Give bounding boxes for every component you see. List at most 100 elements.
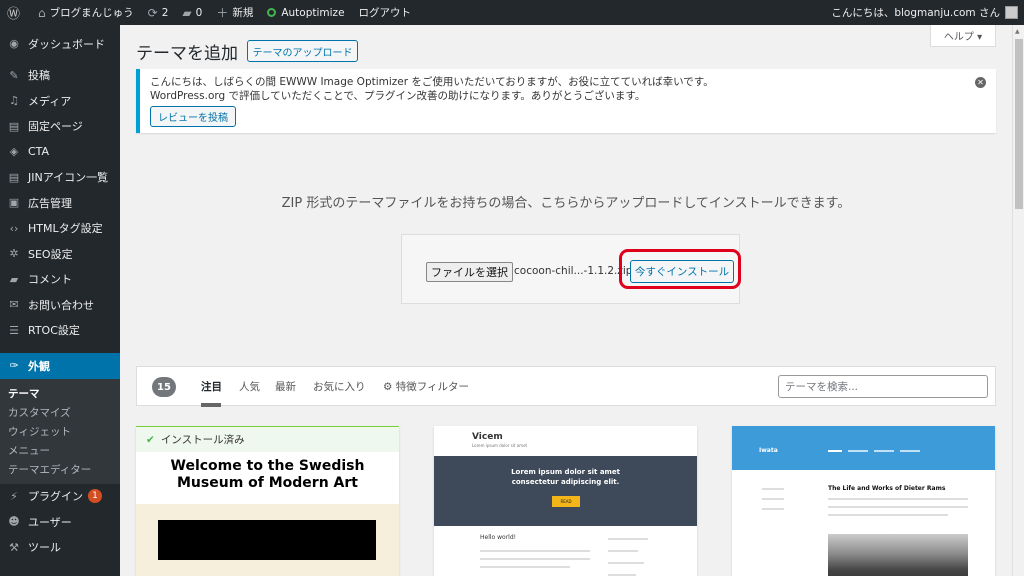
notice-text-1: こんにちは、しばらくの間 EWWW Image Optimizer をご使用いた… [150, 76, 714, 88]
admin-sidebar: ◉ ダッシュボード ✎ 投稿 ♫ メディア ▤ 固定ページ ◈ CTA ▤ JINアイコン一… [0, 25, 120, 576]
tab-favorites[interactable]: お気に入り [313, 379, 366, 394]
admin-bar-comments[interactable]: ▰ 0 [175, 0, 209, 25]
tab-popular[interactable]: 人気 [239, 379, 260, 394]
placeholder-line [828, 514, 948, 516]
placeholder-line [480, 558, 590, 560]
theme-search-input[interactable]: テーマを検索... [778, 375, 988, 398]
review-button[interactable]: レビューを投稿 [150, 106, 236, 127]
tab-featured[interactable]: 注目 [201, 379, 222, 394]
admin-bar-account[interactable]: こんにちは、blogmanju.com さん [831, 5, 1024, 20]
admin-bar-new[interactable]: ＋新規 [209, 0, 260, 25]
page-title: テーマを追加 [136, 44, 238, 64]
upload-description: ZIP 形式のテーマファイルをお持ちの場合、こちらからアップロードしてインストー… [281, 196, 851, 211]
vicem-logo: Vicem [472, 432, 503, 442]
sidebar-item-pages[interactable]: ▤ 固定ページ [0, 114, 120, 140]
sidebar-item-seo[interactable]: ✲ SEO設定 [0, 241, 120, 267]
gear-icon: ✲ [9, 247, 19, 261]
brush-icon: ✑ [9, 359, 19, 373]
vicem-header: Vicem Lorem ipsum dolor sit amet [434, 426, 697, 456]
scroll-thumb[interactable] [1015, 39, 1023, 209]
submenu-themes[interactable]: テーマ [0, 384, 120, 403]
choose-file-button[interactable]: ファイルを選択 [426, 262, 513, 282]
iwata-post-title: The Life and Works of Dieter Rams [828, 485, 946, 492]
sidebar-item-ads[interactable]: ▣ 広告管理 [0, 190, 120, 216]
placeholder-line [480, 566, 570, 568]
submenu-menus[interactable]: メニュー [0, 441, 120, 460]
admin-bar-logout[interactable]: ログアウト [352, 0, 419, 25]
sidebar-item-appearance[interactable]: ✑ 外観 [0, 353, 120, 379]
vicem-hero-text: Lorem ipsum dolor sit amet consectetur a… [511, 468, 620, 486]
theme-filter-bar: 15 注目 人気 最新 お気に入り ⚙ 特徴フィルター テーマを検索... [136, 366, 996, 407]
placeholder-line [828, 498, 968, 500]
theme-card-vicem[interactable]: Vicem Lorem ipsum dolor sit amet Lorem i… [434, 426, 697, 576]
admin-bar-updates[interactable]: ⟳ 2 [141, 0, 176, 25]
scroll-up-icon[interactable]: ▲ [1015, 28, 1020, 35]
vicem-tagline: Lorem ipsum dolor sit amet [472, 443, 528, 448]
sidebar-item-rtoc[interactable]: ☰ RTOC設定 [0, 318, 120, 344]
sidebar-item-users[interactable]: ☻ ユーザー [0, 509, 120, 535]
admin-bar: Ⓦ ⌂ ブログまんじゅう ⟳ 2 ▰ 0 ＋新規 Autoptimize ログアウト … [0, 0, 1024, 25]
placeholder-line [900, 450, 920, 452]
sidebar-item-dashboard[interactable]: ◉ ダッシュボード [0, 31, 120, 57]
placeholder-line [874, 450, 894, 452]
tag-icon: ◈ [9, 145, 19, 159]
media-icon: ♫ [9, 94, 19, 108]
admin-bar-site[interactable]: ⌂ ブログまんじゅう [31, 0, 141, 25]
main-content: テーマを追加 テーマのアップロード ヘルプ ▾ こんにちは、しばらくの間 EWW… [120, 25, 1012, 576]
placeholder-line [608, 538, 648, 540]
iwata-header: Iwata [732, 426, 995, 470]
dashboard-icon: ◉ [9, 37, 19, 51]
vicem-post-title: Hello world! [480, 534, 517, 541]
sidebar-item-posts[interactable]: ✎ 投稿 [0, 63, 120, 89]
sidebar-item-plugins[interactable]: ⚡ プラグイン 1 [0, 484, 120, 510]
comment-icon: ▰ [9, 272, 19, 286]
sidebar-item-comments[interactable]: ▰ コメント [0, 267, 120, 293]
placeholder-line [762, 488, 784, 490]
vicem-hero: Lorem ipsum dolor sit amet consectetur a… [434, 456, 697, 526]
placeholder-line [608, 562, 644, 564]
placeholder-line [828, 506, 968, 508]
sidebar-item-tools[interactable]: ⚒ ツール [0, 535, 120, 561]
theme-preview-background [136, 504, 399, 576]
upload-theme-button[interactable]: テーマのアップロード [247, 40, 358, 62]
gear-icon: ⚙ [383, 381, 396, 393]
admin-bar-autoptimize[interactable]: Autoptimize [260, 0, 351, 25]
placeholder-line [480, 550, 590, 552]
refresh-icon: ⟳ [147, 5, 158, 20]
theme-count-badge: 15 [152, 377, 176, 397]
submenu-theme-editor[interactable]: テーマエディター [0, 460, 120, 479]
sidebar-item-html-tags[interactable]: ‹› HTMLタグ設定 [0, 216, 120, 242]
tab-latest[interactable]: 最新 [275, 379, 296, 394]
status-circle-icon [267, 8, 277, 17]
code-icon: ‹› [9, 221, 19, 235]
wordpress-logo-icon[interactable]: Ⓦ [0, 0, 31, 25]
sidebar-item-media[interactable]: ♫ メディア [0, 88, 120, 114]
help-tab[interactable]: ヘルプ ▾ [930, 25, 996, 47]
submenu-customize[interactable]: カスタマイズ [0, 403, 120, 422]
theme-card-swedish[interactable]: ✔ インストール済み Welcome to the Swedish Museum … [136, 426, 399, 576]
theme-card-iwata[interactable]: Iwata The Life and Works of Dieter Rams [732, 426, 995, 576]
installed-banner: ✔ インストール済み [136, 426, 399, 452]
page-icon: ▤ [8, 170, 20, 184]
pin-icon: ✎ [9, 68, 19, 82]
wrench-icon: ⚒ [9, 540, 19, 554]
page-scrollbar[interactable]: ▲ [1012, 25, 1024, 576]
sidebar-item-jin-icons[interactable]: ▤ JINアイコン一覧 [0, 165, 120, 191]
iwata-featured-image [828, 534, 968, 576]
submenu-widgets[interactable]: ウィジェット [0, 422, 120, 441]
theme-preview-title: Welcome to the Swedish Museum of Modern … [170, 458, 365, 491]
sidebar-item-contact[interactable]: ✉ お問い合わせ [0, 292, 120, 318]
sidebar-item-cta[interactable]: ◈ CTA [0, 139, 120, 165]
placeholder-line [608, 550, 638, 552]
dismiss-icon[interactable]: ✕ [975, 77, 986, 88]
checkmark-icon: ✔ [146, 433, 155, 446]
ewww-notice: こんにちは、しばらくの間 EWWW Image Optimizer をご使用いた… [136, 69, 996, 133]
home-icon: ⌂ [38, 5, 46, 20]
feature-filter-button[interactable]: ⚙ 特徴フィルター [383, 379, 469, 394]
update-count-badge: 1 [88, 489, 102, 504]
placeholder-line [762, 498, 784, 500]
avatar [1005, 6, 1018, 19]
plus-icon: ＋ [216, 6, 229, 20]
comment-icon: ▰ [182, 5, 192, 20]
user-icon: ☻ [8, 515, 20, 529]
